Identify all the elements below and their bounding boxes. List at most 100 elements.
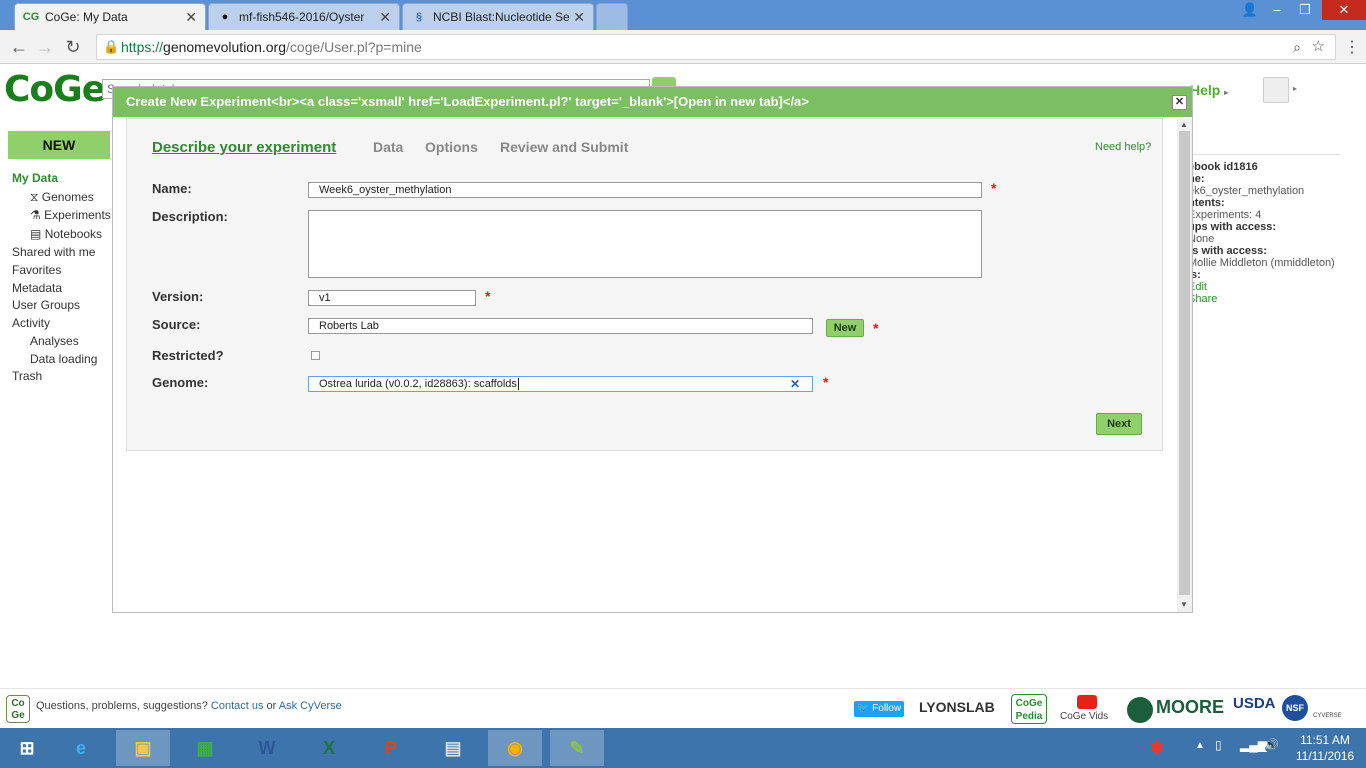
dialog-title: Create New Experiment<br><a class='xsmal…: [113, 87, 1192, 117]
restore-icon[interactable]: ❐: [1290, 0, 1320, 20]
required-mark: *: [485, 288, 491, 304]
sidebar-item-activity[interactable]: Activity: [12, 316, 50, 330]
source-input[interactable]: Roberts Lab: [308, 318, 813, 334]
signal-icon[interactable]: ▂▄▆: [1240, 738, 1267, 752]
zoom-icon[interactable]: ⌕: [1293, 35, 1301, 59]
tray-app-icon[interactable]: ✱: [1130, 730, 1184, 766]
sidebar-item-favorites[interactable]: Favorites: [12, 263, 61, 277]
sidebar-item-notebooks[interactable]: ▤ Notebooks: [30, 227, 102, 241]
window-close-icon[interactable]: ✕: [1322, 0, 1366, 20]
sidebar-item-metadata[interactable]: Metadata: [12, 281, 62, 295]
restricted-label: Restricted?: [152, 348, 224, 363]
sidebar-item-experiments[interactable]: ⚗ Experiments: [30, 208, 111, 222]
description-label: Description:: [152, 209, 228, 224]
sidebar-item-shared[interactable]: Shared with me: [12, 245, 95, 259]
description-textarea[interactable]: [308, 210, 982, 278]
close-tab-icon[interactable]: ✕: [573, 9, 585, 26]
cyverse-logo[interactable]: CYVERSE: [1313, 713, 1342, 719]
sidebar-my-data[interactable]: My Data: [12, 171, 58, 185]
moore-globe-icon: [1127, 697, 1153, 723]
version-input[interactable]: v1: [308, 290, 476, 306]
tab-github[interactable]: ● mf-fish546-2016/Oyster ✕: [208, 3, 400, 30]
tab-ncbi[interactable]: § NCBI Blast:Nucleotide Se ✕: [402, 3, 594, 30]
notebook-info-panel: ebook id1816 ne: ek6_oyster_methylation …: [1188, 154, 1353, 305]
nsf-logo[interactable]: NSF: [1282, 695, 1308, 721]
reload-icon[interactable]: ↻: [62, 37, 84, 57]
sidebar-item-analyses[interactable]: Analyses: [30, 334, 79, 348]
volume-icon[interactable]: 🔊: [1264, 738, 1279, 752]
create-experiment-dialog: Create New Experiment<br><a class='xsmal…: [112, 86, 1193, 613]
url-input[interactable]: 🔒 https://genomevolution.org/coge/User.p…: [96, 34, 1336, 60]
edit-link[interactable]: Edit: [1188, 281, 1353, 293]
genome-input[interactable]: Ostrea lurida (v0.0.2, id28863): scaffol…: [308, 376, 813, 392]
user-icon[interactable]: 👤: [1235, 0, 1265, 20]
required-mark: *: [823, 374, 829, 390]
step-options[interactable]: Options: [425, 139, 478, 155]
notepad-icon[interactable]: ✎: [550, 730, 604, 766]
name-input[interactable]: Week6_oyster_methylation: [308, 182, 982, 198]
word-icon[interactable]: W: [240, 730, 294, 766]
coge-footer-logo[interactable]: Co Ge: [6, 695, 30, 723]
sidebar-item-user-groups[interactable]: User Groups: [12, 298, 80, 312]
clear-genome-icon[interactable]: ✕: [790, 377, 800, 391]
help-link[interactable]: Help ▸: [1190, 82, 1228, 98]
sidebar-item-trash[interactable]: Trash: [12, 369, 42, 383]
step-data[interactable]: Data: [373, 139, 403, 155]
new-tab-button[interactable]: [596, 3, 628, 30]
cogepedia-logo[interactable]: CoGe Pedia: [1011, 694, 1047, 724]
sidebar-item-genomes[interactable]: ⧖ Genomes: [30, 190, 94, 205]
scroll-down-icon[interactable]: ▼: [1180, 600, 1188, 609]
system-clock[interactable]: 11:51 AM 11/11/2016: [1290, 732, 1360, 764]
back-icon[interactable]: ←: [8, 37, 30, 57]
calculator-icon[interactable]: ▤: [426, 730, 480, 766]
menu-icon[interactable]: ⋮: [1344, 37, 1360, 57]
internet-explorer-icon[interactable]: e: [54, 730, 108, 766]
caret-right-icon: ▸: [1293, 84, 1298, 93]
bookmark-star-icon[interactable]: ☆: [1312, 35, 1325, 59]
next-button[interactable]: Next: [1096, 413, 1142, 435]
moore-logo[interactable]: MOORE: [1156, 697, 1224, 718]
scroll-up-icon[interactable]: ▲: [1180, 120, 1188, 129]
sidebar-item-data-loading[interactable]: Data loading: [30, 352, 97, 366]
new-button[interactable]: NEW: [8, 131, 110, 159]
excel-icon[interactable]: X: [302, 730, 356, 766]
file-explorer-icon[interactable]: ▣: [116, 730, 170, 766]
usda-logo[interactable]: USDA: [1233, 695, 1276, 712]
flask-icon: ⚗: [30, 208, 41, 222]
new-source-button[interactable]: New: [826, 319, 864, 337]
coge-vids-link[interactable]: CoGe Vids: [1060, 711, 1108, 722]
dialog-close-icon[interactable]: ✕: [1172, 95, 1187, 110]
close-tab-icon[interactable]: ✕: [379, 9, 391, 26]
forward-icon[interactable]: →: [34, 37, 56, 57]
ncbi-icon: §: [415, 11, 423, 23]
notebook-icon: ▤: [30, 227, 42, 241]
step-describe[interactable]: Describe your experiment: [152, 139, 336, 156]
minimize-icon[interactable]: –: [1262, 0, 1292, 20]
tray-expand-icon[interactable]: ▲: [1195, 740, 1205, 751]
avatar[interactable]: [1263, 77, 1289, 103]
coge-favicon-icon: CG: [22, 11, 40, 23]
store-icon[interactable]: ▦: [178, 730, 232, 766]
step-review[interactable]: Review and Submit: [500, 139, 628, 155]
tab-coge-my-data[interactable]: CG CoGe: My Data ✕: [14, 3, 206, 30]
windows-taskbar: ⊞ e ▣ ▦ W X P ▤ ◉ ✎ ✱ ▲ ▯ ▂▄▆ 🔊 11:51 AM…: [0, 728, 1366, 768]
chrome-icon[interactable]: ◉: [488, 730, 542, 766]
notebook-heading: ebook id1816: [1188, 161, 1258, 173]
contact-link[interactable]: Contact us: [211, 700, 264, 712]
coge-logo[interactable]: CoGe: [4, 69, 106, 110]
twitter-follow-button[interactable]: 🐦 Follow: [854, 701, 904, 717]
lyonslab-logo[interactable]: LYONSLAB: [919, 699, 995, 715]
need-help-link[interactable]: Need help?: [1095, 141, 1151, 153]
youtube-icon: [1077, 695, 1097, 709]
scrollbar-thumb[interactable]: [1179, 131, 1190, 595]
genome-icon: ⧖: [30, 190, 39, 204]
ask-cyverse-link[interactable]: Ask CyVerse: [279, 700, 342, 712]
windows-start-icon[interactable]: ⊞: [0, 730, 54, 766]
powerpoint-icon[interactable]: P: [364, 730, 418, 766]
battery-icon[interactable]: ▯: [1215, 738, 1222, 752]
close-tab-icon[interactable]: ✕: [185, 9, 197, 26]
restricted-checkbox[interactable]: [311, 351, 320, 360]
wizard-panel: Describe your experiment Data Options Re…: [126, 118, 1163, 451]
share-link[interactable]: Share: [1188, 293, 1353, 305]
browser-tab-bar: CG CoGe: My Data ✕ ● mf-fish546-2016/Oys…: [0, 0, 1366, 30]
